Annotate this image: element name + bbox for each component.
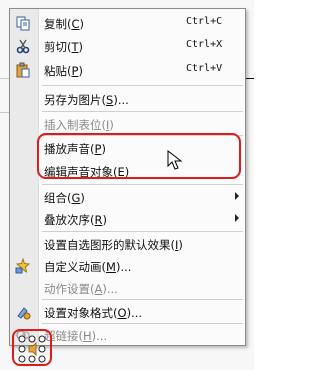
menu-item-action-settings[interactable]: 动作设置(A)... xyxy=(10,277,245,299)
menu-item-paste[interactable]: 粘贴(P) Ctrl+V xyxy=(10,59,245,81)
menu-item-label: 复制(C) xyxy=(44,17,85,31)
menu-item-label: 设置自选图形的默认效果(I) xyxy=(44,238,183,252)
submenu-arrow-icon xyxy=(235,214,239,222)
menu-item-label: 动作设置(A)... xyxy=(44,282,118,296)
menu-separator xyxy=(42,85,243,86)
menu-item-label: 插入制表位(I) xyxy=(44,118,114,132)
menu-separator xyxy=(42,231,243,232)
menu-item-shortcut: Ctrl+V xyxy=(186,63,223,74)
animation-icon xyxy=(15,258,31,274)
menu-item-shortcut: Ctrl+X xyxy=(186,39,223,50)
menu-item-group[interactable]: 组合(G) xyxy=(10,186,245,208)
menu-item-label: 设置对象格式(O)... xyxy=(44,306,143,320)
clipboard-icon xyxy=(16,62,30,78)
menu-item-cut[interactable]: 剪切(T) Ctrl+X xyxy=(10,35,245,57)
mouse-cursor-icon xyxy=(167,150,183,170)
menu-item-label: 另存为图片(S)... xyxy=(44,93,129,107)
menu-item-save-as-picture[interactable]: 另存为图片(S)... xyxy=(10,88,245,110)
menu-item-copy[interactable]: 复制(C) Ctrl+C xyxy=(10,12,245,34)
highlight-sound-items xyxy=(37,133,241,179)
menu-item-order[interactable]: 叠放次序(R) xyxy=(10,208,245,230)
menu-item-label: 叠放次序(R) xyxy=(44,213,107,227)
menu-item-label: 剪切(T) xyxy=(44,40,84,54)
menu-item-insert-tab[interactable]: 插入制表位(I) xyxy=(10,113,245,135)
menu-item-format-object[interactable]: 设置对象格式(O)... xyxy=(10,301,245,323)
menu-item-label: 超链接(H)... xyxy=(44,329,108,343)
menu-separator xyxy=(42,184,243,185)
menu-item-custom-animation[interactable]: 自定义动画(M)... xyxy=(10,255,245,277)
menu-item-shortcut: Ctrl+C xyxy=(186,16,223,27)
submenu-arrow-icon xyxy=(235,192,239,200)
menu-item-set-autoshape-defaults[interactable]: 设置自选图形的默认效果(I) xyxy=(10,233,245,255)
menu-item-label: 组合(G) xyxy=(44,191,85,205)
copy-icon xyxy=(16,16,30,31)
sound-object-icon[interactable] xyxy=(17,334,47,364)
format-icon xyxy=(17,307,31,320)
menu-separator xyxy=(42,111,243,112)
menu-item-label: 粘贴(P) xyxy=(44,64,83,78)
scissors-icon xyxy=(16,39,30,54)
menu-item-label: 自定义动画(M)... xyxy=(44,260,132,274)
menu-separator xyxy=(42,299,243,300)
